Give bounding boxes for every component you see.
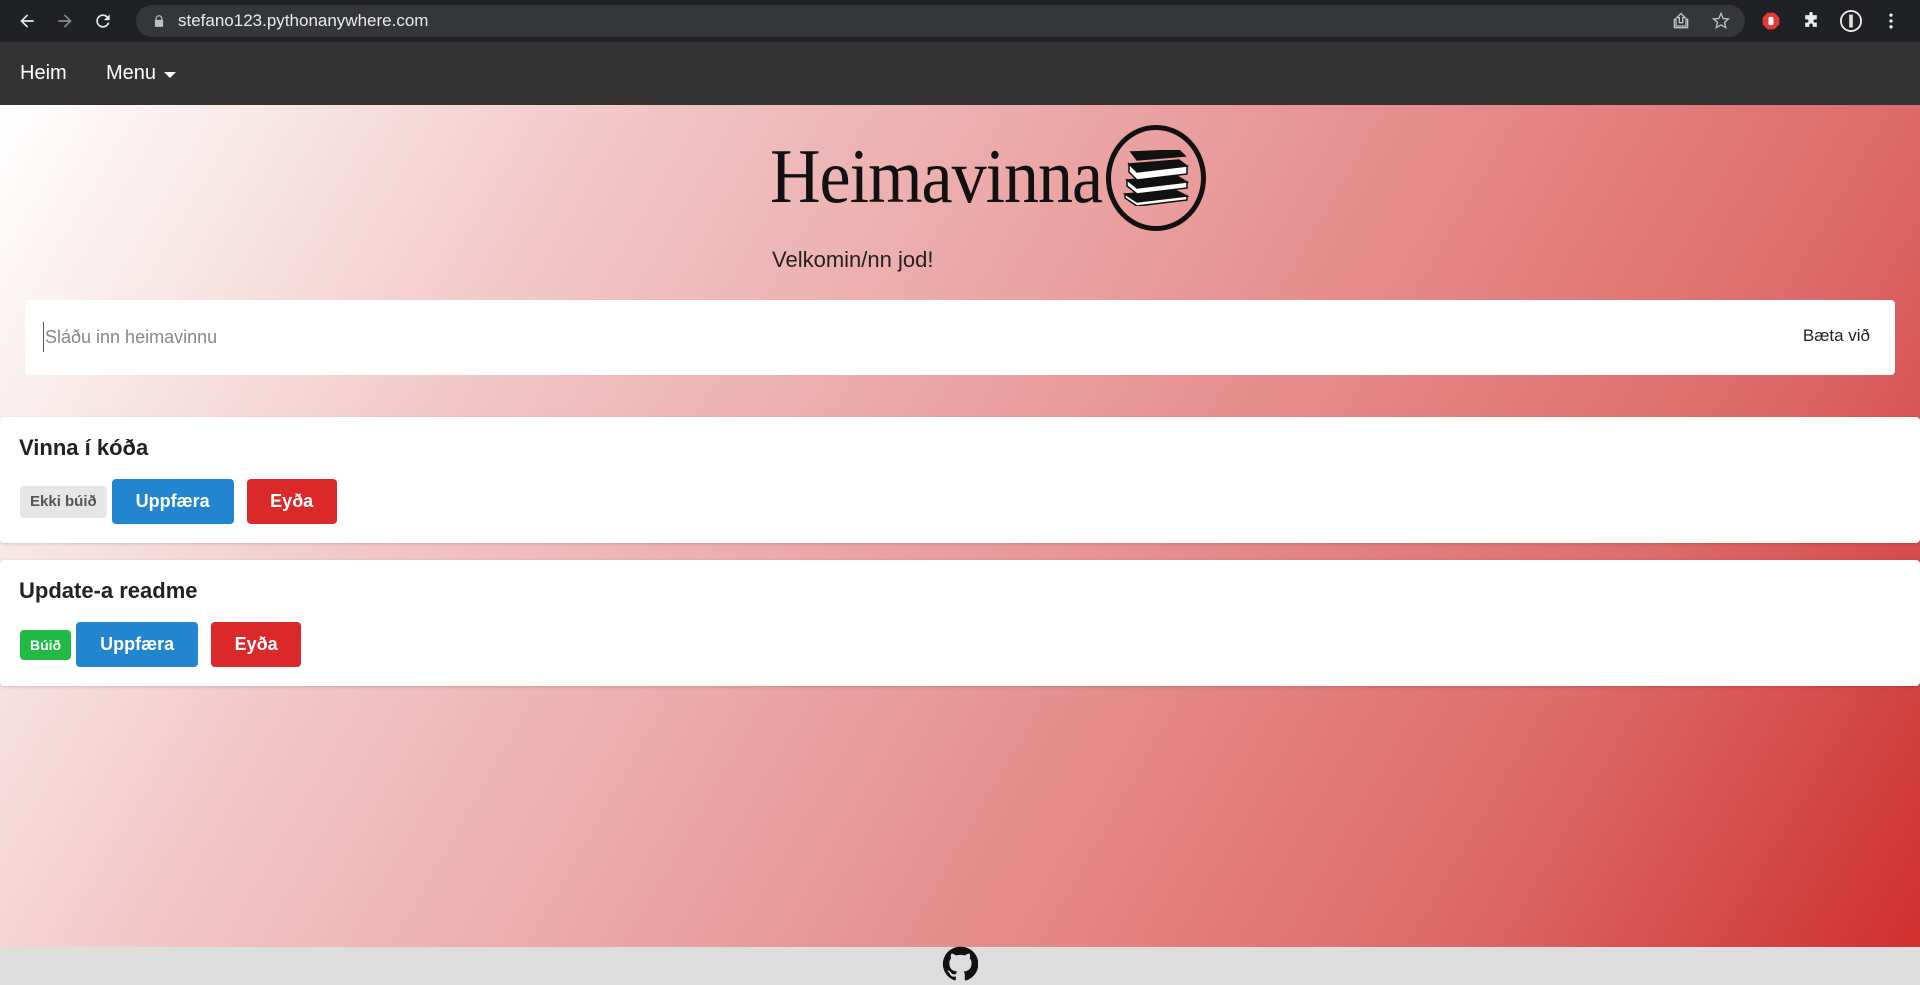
status-badge: Ekki búið — [20, 485, 107, 518]
caret-down-icon — [164, 72, 177, 78]
update-button[interactable]: Uppfæra — [111, 479, 234, 524]
nav-home-link[interactable]: Heim — [20, 62, 67, 85]
more-menu-icon[interactable] — [1880, 10, 1902, 32]
task-title: Vinna í kóða — [19, 435, 149, 460]
url-text: stefano123.pythonanywhere.com — [178, 11, 429, 30]
github-icon[interactable] — [942, 946, 979, 985]
address-bar[interactable]: stefano123.pythonanywhere.com — [136, 5, 1745, 37]
main-content: Heimavinna Velkomin/nn jod! Bæta við Vin… — [0, 105, 1920, 947]
delete-button[interactable]: Eyða — [211, 622, 302, 667]
books-icon — [1106, 125, 1207, 231]
footer — [0, 946, 1920, 985]
task-card: Vinna í kóða Ekki búið Uppfæra Eyða — [0, 417, 1920, 543]
task-title: Update-a readme — [19, 578, 198, 603]
homework-input[interactable] — [43, 322, 1743, 352]
bookmark-star-icon[interactable] — [1711, 11, 1731, 36]
add-button[interactable]: Bæta við — [1803, 326, 1870, 346]
adblock-icon[interactable] — [1760, 10, 1782, 32]
status-badge: Búið — [20, 629, 72, 660]
nav-menu-dropdown[interactable]: Menu — [106, 62, 177, 85]
reload-icon[interactable] — [88, 6, 118, 36]
logo: Heimavinna — [770, 125, 1207, 231]
update-button[interactable]: Uppfæra — [76, 622, 199, 667]
extensions-puzzle-icon[interactable] — [1800, 10, 1822, 32]
share-icon[interactable] — [1671, 11, 1691, 36]
delete-button[interactable]: Eyða — [246, 479, 337, 524]
browser-toolbar: stefano123.pythonanywhere.com — [0, 0, 1920, 42]
lock-icon — [152, 14, 166, 28]
back-icon[interactable] — [12, 6, 42, 36]
logo-text: Heimavinna — [770, 135, 1103, 220]
site-navbar: Heim Menu — [0, 42, 1920, 105]
task-card: Update-a readme Búið Uppfæra Eyða — [0, 560, 1920, 686]
add-homework-form: Bæta við — [25, 300, 1895, 375]
welcome-text: Velkomin/nn jod! — [772, 247, 934, 272]
forward-icon[interactable] — [50, 6, 80, 36]
profile-avatar[interactable] — [1840, 10, 1862, 32]
nav-menu-label: Menu — [106, 62, 157, 84]
